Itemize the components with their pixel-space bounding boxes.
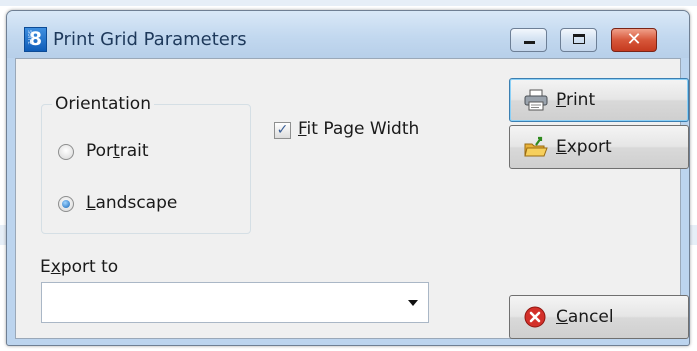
- dialog-window: SUITE 8 Print Grid Parameters ✕ Orientat…: [6, 10, 690, 346]
- print-button[interactable]: Print: [509, 78, 689, 122]
- orientation-legend: Orientation: [52, 94, 154, 114]
- close-window-button[interactable]: ✕: [611, 28, 657, 52]
- orientation-group: Orientation Portrait Landscape: [41, 94, 251, 234]
- maximize-icon: [573, 34, 585, 44]
- landscape-radio[interactable]: [58, 196, 74, 212]
- portrait-radio[interactable]: [58, 144, 74, 160]
- portrait-label[interactable]: Portrait: [86, 141, 149, 161]
- print-button-label: Print: [556, 90, 596, 110]
- export-button[interactable]: Export: [509, 125, 689, 169]
- app-icon-subtext: SUITE: [26, 30, 32, 45]
- landscape-label[interactable]: Landscape: [86, 193, 177, 213]
- cancel-button-label: Cancel: [556, 307, 614, 327]
- export-to-label: Export to: [40, 257, 119, 277]
- chevron-down-icon[interactable]: [408, 300, 418, 306]
- folder-export-icon: [524, 136, 548, 157]
- dialog-client-area: Orientation Portrait Landscape ✓ Fit Pag…: [15, 58, 689, 339]
- fit-page-width-checkbox[interactable]: ✓: [274, 122, 291, 139]
- export-button-label: Export: [556, 137, 612, 157]
- printer-icon: [524, 89, 548, 111]
- cancel-icon: [524, 306, 546, 328]
- background-stripe: [0, 0, 697, 6]
- radio-selected-dot: [62, 200, 70, 208]
- cancel-button[interactable]: Cancel: [509, 295, 689, 339]
- minimize-button[interactable]: [510, 28, 547, 52]
- export-to-dropdown[interactable]: [41, 282, 429, 323]
- maximize-button[interactable]: [560, 28, 597, 52]
- close-icon: ✕: [626, 29, 642, 50]
- fit-page-width-label[interactable]: Fit Page Width: [298, 119, 419, 139]
- minimize-icon: [524, 41, 535, 44]
- window-title: Print Grid Parameters: [53, 29, 247, 50]
- title-bar[interactable]: SUITE 8 Print Grid Parameters ✕: [7, 11, 689, 58]
- app-icon[interactable]: SUITE 8: [24, 27, 47, 52]
